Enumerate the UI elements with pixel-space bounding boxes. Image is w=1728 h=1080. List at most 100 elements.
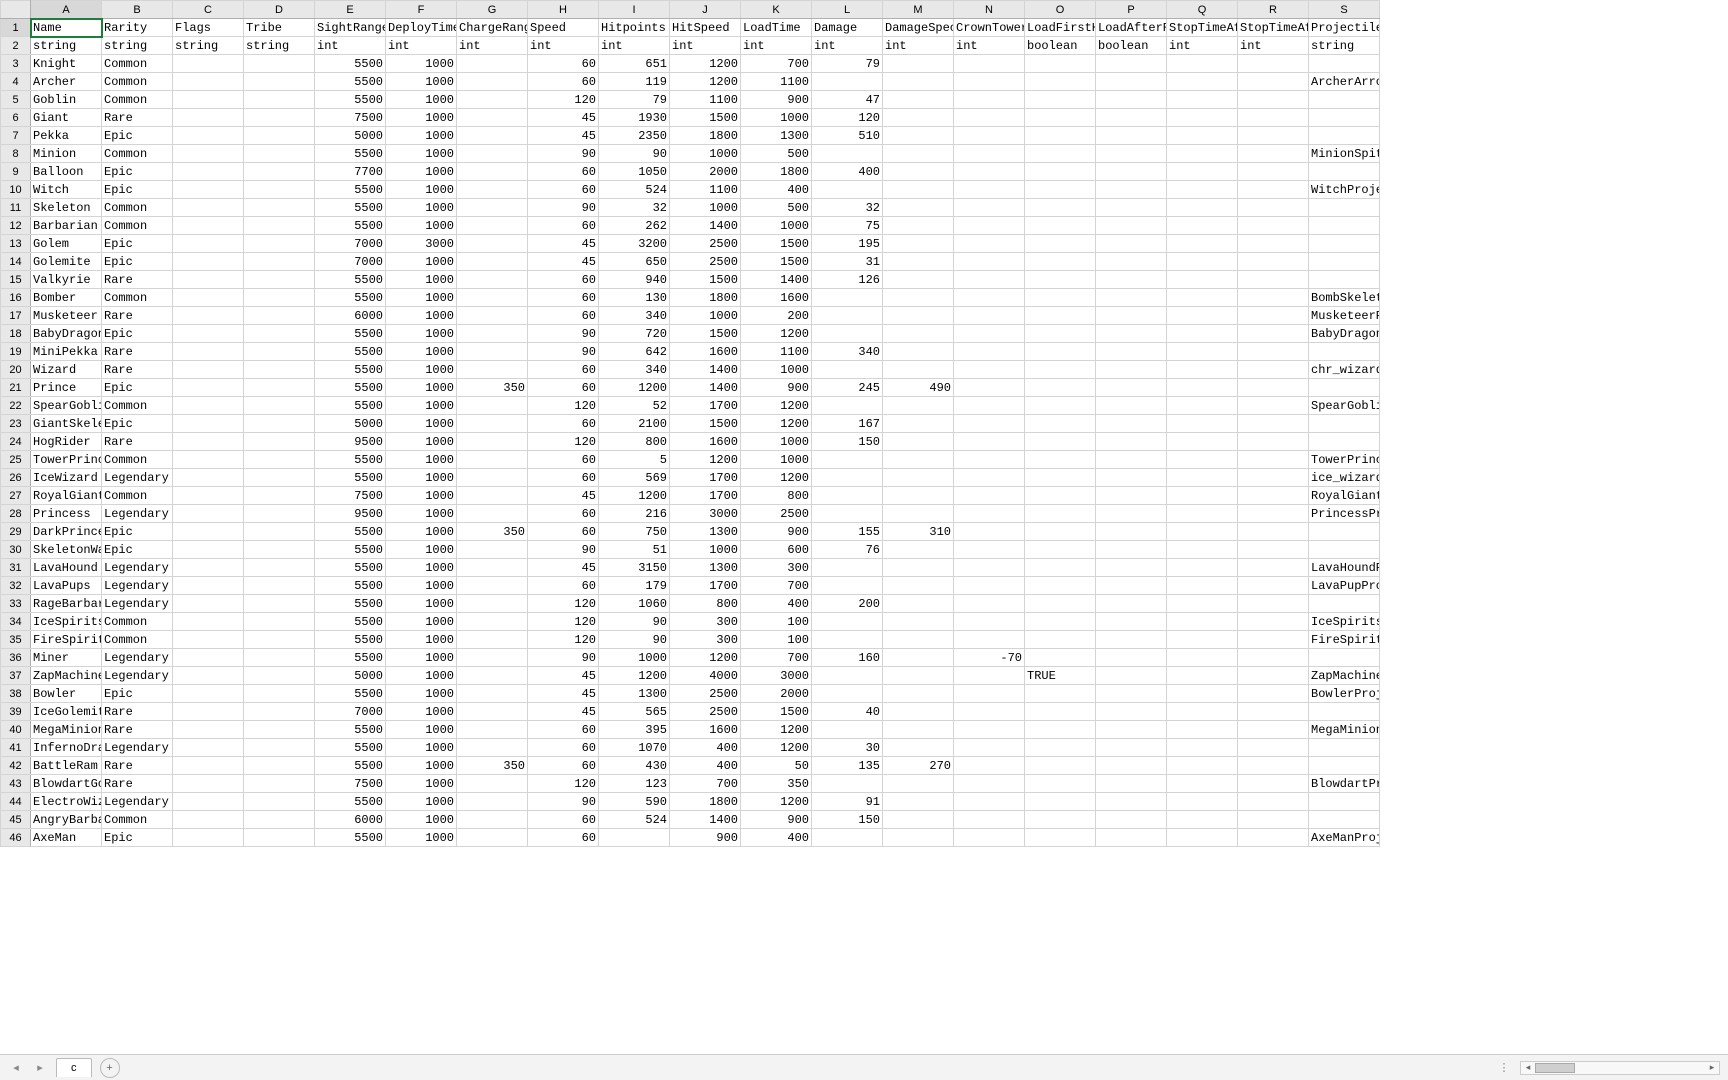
cell[interactable]	[1025, 271, 1096, 289]
cell[interactable]	[1025, 631, 1096, 649]
cell[interactable]: 1500	[670, 271, 741, 289]
column-header[interactable]: S	[1309, 1, 1380, 19]
cell[interactable]: ZapMachineProjectile	[1309, 667, 1380, 685]
cell[interactable]: 90	[599, 631, 670, 649]
cell[interactable]	[457, 487, 528, 505]
cell[interactable]	[1309, 541, 1380, 559]
cell[interactable]: 650	[599, 253, 670, 271]
cell[interactable]: 1000	[741, 451, 812, 469]
cell[interactable]: 642	[599, 343, 670, 361]
cell[interactable]: int	[315, 37, 386, 55]
cell[interactable]: 5500	[315, 631, 386, 649]
cell[interactable]: WitchProjectile	[1309, 181, 1380, 199]
cell[interactable]	[1096, 235, 1167, 253]
cell[interactable]	[954, 181, 1025, 199]
cell[interactable]	[457, 667, 528, 685]
cell[interactable]: Epic	[102, 325, 173, 343]
cell[interactable]: 5500	[315, 649, 386, 667]
cell[interactable]: 700	[670, 775, 741, 793]
row-header[interactable]: 41	[1, 739, 31, 757]
cell[interactable]	[883, 649, 954, 667]
cell[interactable]	[1096, 775, 1167, 793]
cell[interactable]: 1600	[670, 343, 741, 361]
cell[interactable]	[1309, 217, 1380, 235]
cell[interactable]: Archer	[31, 73, 102, 91]
cell[interactable]	[173, 91, 244, 109]
cell[interactable]	[1167, 505, 1238, 523]
cell[interactable]	[812, 145, 883, 163]
cell[interactable]	[457, 829, 528, 847]
cell[interactable]	[812, 361, 883, 379]
column-header[interactable]: M	[883, 1, 954, 19]
cell[interactable]	[883, 487, 954, 505]
column-header[interactable]: D	[244, 1, 315, 19]
cell[interactable]	[1238, 73, 1309, 91]
cell[interactable]	[244, 487, 315, 505]
cell[interactable]	[883, 829, 954, 847]
cell[interactable]: 1000	[386, 127, 457, 145]
cell[interactable]: 1000	[386, 217, 457, 235]
cell[interactable]	[173, 811, 244, 829]
cell[interactable]: Pekka	[31, 127, 102, 145]
cell[interactable]: 3000	[741, 667, 812, 685]
cell[interactable]: 1000	[386, 703, 457, 721]
row-header[interactable]: 24	[1, 433, 31, 451]
cell[interactable]: CrownTowerDamage	[954, 19, 1025, 37]
cell[interactable]	[883, 505, 954, 523]
cell[interactable]	[1167, 307, 1238, 325]
cell[interactable]: MinionSpit	[1309, 145, 1380, 163]
cell[interactable]: 5500	[315, 793, 386, 811]
cell[interactable]: 1800	[670, 793, 741, 811]
cell[interactable]	[1167, 559, 1238, 577]
cell[interactable]: 7500	[315, 487, 386, 505]
column-header[interactable]: L	[812, 1, 883, 19]
cell[interactable]	[1238, 91, 1309, 109]
cell[interactable]	[173, 595, 244, 613]
cell[interactable]: 1400	[670, 379, 741, 397]
cell[interactable]	[1238, 451, 1309, 469]
row-header[interactable]: 43	[1, 775, 31, 793]
cell[interactable]: Legendary	[102, 469, 173, 487]
cell[interactable]	[173, 523, 244, 541]
cell[interactable]: 30	[812, 739, 883, 757]
cell[interactable]: 1200	[741, 721, 812, 739]
cell[interactable]: 900	[741, 523, 812, 541]
cell[interactable]	[244, 379, 315, 397]
cell[interactable]: 1200	[741, 793, 812, 811]
cell[interactable]	[1167, 397, 1238, 415]
cell[interactable]	[244, 685, 315, 703]
cell[interactable]: ZapMachine	[31, 667, 102, 685]
cell[interactable]: Rare	[102, 775, 173, 793]
cell[interactable]	[954, 235, 1025, 253]
cell[interactable]	[244, 217, 315, 235]
cell[interactable]	[1096, 343, 1167, 361]
cell[interactable]: 90	[528, 793, 599, 811]
cell[interactable]: 40	[812, 703, 883, 721]
cell[interactable]	[883, 253, 954, 271]
cell[interactable]: 900	[741, 379, 812, 397]
cell[interactable]: 1000	[386, 739, 457, 757]
cell[interactable]: 1930	[599, 109, 670, 127]
cell[interactable]: LoadTime	[741, 19, 812, 37]
cell[interactable]: BlowdartProjectile	[1309, 775, 1380, 793]
cell[interactable]: Legendary	[102, 577, 173, 595]
cell[interactable]	[173, 793, 244, 811]
cell[interactable]: string	[31, 37, 102, 55]
row-header[interactable]: 27	[1, 487, 31, 505]
cell[interactable]	[1096, 649, 1167, 667]
cell[interactable]	[173, 577, 244, 595]
row-header[interactable]: 40	[1, 721, 31, 739]
cell[interactable]	[244, 559, 315, 577]
cell[interactable]	[173, 613, 244, 631]
cell[interactable]	[457, 595, 528, 613]
cell[interactable]	[1309, 595, 1380, 613]
cell[interactable]: 5500	[315, 325, 386, 343]
cell[interactable]	[812, 325, 883, 343]
cell[interactable]	[1096, 541, 1167, 559]
cell[interactable]: 79	[812, 55, 883, 73]
cell[interactable]	[1238, 685, 1309, 703]
cell[interactable]	[457, 451, 528, 469]
cell[interactable]: 1600	[741, 289, 812, 307]
cell[interactable]: Epic	[102, 235, 173, 253]
cell[interactable]: 340	[812, 343, 883, 361]
